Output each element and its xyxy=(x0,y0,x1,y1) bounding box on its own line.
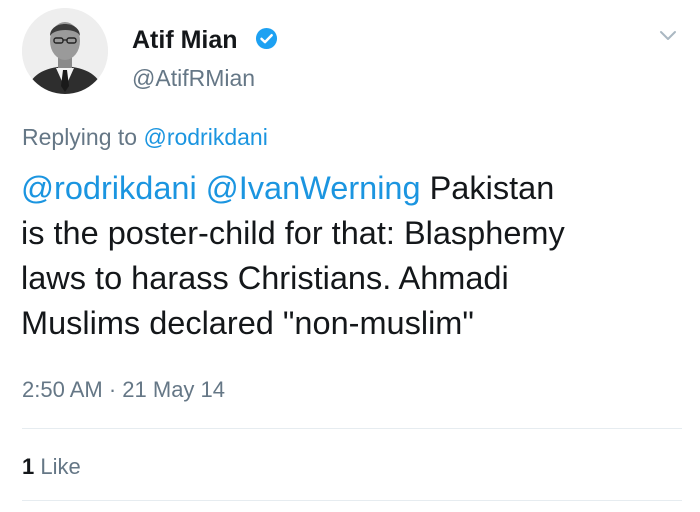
divider xyxy=(22,428,682,429)
like-label: Like xyxy=(34,454,81,479)
mention-link-ivanwerning[interactable]: @IvanWerning xyxy=(206,170,421,206)
author-display-name[interactable]: Atif Mian xyxy=(132,25,238,55)
tweet-card: Atif Mian @AtifRMian Replying to @rodrik… xyxy=(0,0,700,512)
avatar-photo-icon xyxy=(22,8,108,94)
tweet-timestamp[interactable]: 2:50 AM · 21 May 14 xyxy=(22,375,225,405)
like-count: 1 xyxy=(22,454,35,479)
tweet-text: @rodrikdani @IvanWerning Pakistan is the… xyxy=(21,166,693,346)
author-handle[interactable]: @AtifRMian xyxy=(132,64,255,92)
verified-badge-icon xyxy=(255,27,278,50)
avatar[interactable] xyxy=(22,8,108,94)
replying-to-mention-link[interactable]: @rodrikdani xyxy=(143,124,267,150)
tweet-text-line-1: @rodrikdani @IvanWerning Pakistan xyxy=(21,166,693,211)
tweet-text-line-2: is the poster-child for that: Blasphemy xyxy=(21,215,565,251)
replying-to-context: Replying to @rodrikdani xyxy=(22,122,268,152)
mention-link-rodrikdani[interactable]: @rodrikdani xyxy=(21,170,197,206)
divider xyxy=(22,500,682,501)
tweet-text-line-3: laws to harass Christians. Ahmadi xyxy=(21,260,509,296)
timestamp-separator: · xyxy=(102,377,123,402)
replying-to-label: Replying to xyxy=(22,124,144,150)
likes-count-link[interactable]: 1 Like xyxy=(22,452,81,482)
chevron-down-icon[interactable] xyxy=(657,24,679,46)
tweet-text-line-4: Muslims declared "non-muslim" xyxy=(21,305,474,341)
tweet-time: 2:50 AM xyxy=(22,377,103,402)
tweet-date: 21 May 14 xyxy=(122,377,226,402)
tweet-text-line-1-rest: Pakistan xyxy=(420,170,555,206)
